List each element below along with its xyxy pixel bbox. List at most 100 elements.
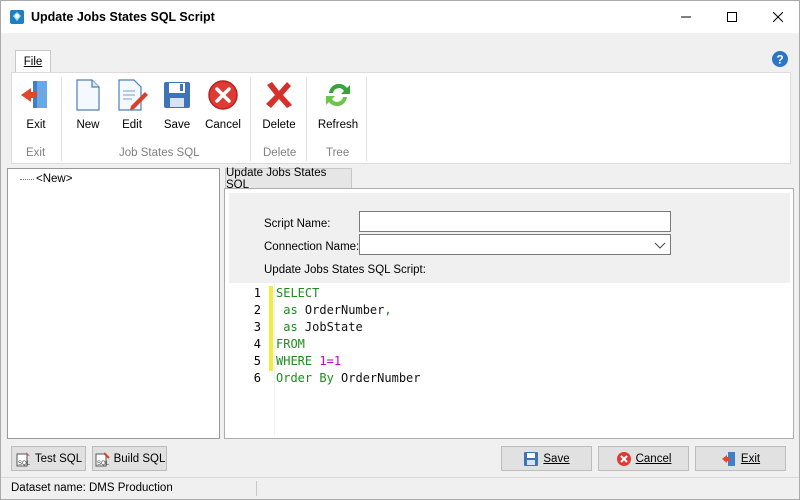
build-sql-icon: SQL	[94, 451, 110, 467]
line-number: 3	[253, 320, 261, 334]
ribbon-exit-label: Exit	[26, 119, 46, 131]
refresh-icon	[320, 77, 356, 113]
title-bar: Update Jobs States SQL Script	[1, 1, 799, 33]
exit-door-icon	[18, 77, 54, 113]
maximize-button[interactable]	[709, 1, 755, 33]
code-text: SELECT	[276, 286, 320, 300]
ribbon: Exit New Edit Save Cancel Delete Refresh…	[11, 72, 791, 164]
delete-x-icon	[261, 77, 297, 113]
new-document-icon	[70, 77, 106, 113]
connection-name-label: Connection Name:	[264, 241, 360, 253]
ribbon-refresh-label: Refresh	[317, 119, 359, 131]
tree-item-new[interactable]: <New>	[20, 173, 72, 185]
changed-line-marker	[269, 354, 273, 371]
code-line: 3 as JobState	[229, 320, 363, 337]
content-panel: Script Name: Connection Name: Update Job…	[224, 188, 794, 439]
changed-line-marker	[269, 337, 273, 354]
test-sql-button[interactable]: SQL Test SQL	[11, 446, 86, 471]
script-name-input[interactable]	[359, 211, 671, 232]
floppy-disk-icon	[523, 451, 539, 467]
ribbon-refresh-button[interactable]: Refresh	[318, 77, 358, 137]
exit-door-icon	[721, 451, 737, 467]
code-text: WHERE 1=1	[276, 354, 342, 368]
ribbon-edit-label: Edit	[122, 119, 142, 131]
window-title: Update Jobs States SQL Script	[31, 10, 215, 24]
form-area: Script Name: Connection Name: Update Job…	[229, 193, 790, 283]
dataset-status: Dataset name: DMS Production	[11, 482, 173, 494]
group-label-tree: Tree	[326, 147, 350, 159]
svg-text:SQL: SQL	[18, 461, 31, 467]
ribbon-separator	[366, 77, 367, 161]
tree-connector	[20, 178, 34, 180]
group-label-exit: Exit	[26, 147, 46, 159]
ribbon-edit-button[interactable]: Edit	[114, 77, 150, 137]
ribbon-separator	[250, 77, 251, 161]
tab-file[interactable]: File	[15, 50, 51, 72]
sql-editor[interactable]: 1 SELECT 2 as OrderNumber, 3 as JobState…	[229, 284, 790, 436]
exit-label: Exit	[740, 452, 761, 465]
cancel-label: Cancel	[635, 452, 672, 465]
ribbon-exit-button[interactable]: Exit	[18, 77, 54, 137]
test-sql-label: Test SQL	[34, 452, 83, 465]
code-line: 1 SELECT	[229, 286, 319, 303]
line-number: 5	[253, 354, 261, 368]
script-tree[interactable]: <New>	[7, 168, 220, 439]
ribbon-new-button[interactable]: New	[70, 77, 106, 137]
ribbon-separator	[306, 77, 307, 161]
gutter-divider	[274, 284, 275, 436]
code-text: as OrderNumber,	[276, 303, 392, 317]
build-sql-label: Build SQL	[113, 452, 166, 465]
ribbon-tab-strip: File	[1, 33, 799, 73]
ribbon-delete-button[interactable]: Delete	[261, 77, 297, 137]
script-editor-label: Update Jobs States SQL Script:	[264, 264, 426, 276]
code-text: FROM	[276, 337, 305, 351]
line-number: 4	[253, 337, 261, 351]
help-icon[interactable]: ?	[771, 50, 789, 68]
save-label: Save	[543, 452, 570, 465]
ribbon-separator	[61, 77, 62, 161]
code-line: 2 as OrderNumber,	[229, 303, 392, 320]
tab-file-label: File	[23, 55, 43, 68]
edit-document-icon	[114, 77, 150, 113]
cancel-button[interactable]: Cancel	[598, 446, 689, 471]
close-window-button[interactable]	[755, 1, 800, 33]
app-icon	[9, 9, 25, 25]
cancel-circle-icon	[205, 77, 241, 113]
ribbon-delete-label: Delete	[262, 119, 296, 131]
test-sql-icon: SQL	[15, 451, 31, 467]
build-sql-button[interactable]: SQL Build SQL	[92, 446, 167, 471]
chevron-down-icon	[654, 239, 666, 254]
ribbon-cancel-label: Cancel	[205, 119, 241, 131]
code-line: 4 FROM	[229, 337, 305, 354]
main-window: Update Jobs States SQL Script File ? Exi…	[0, 0, 800, 500]
exit-button[interactable]: Exit	[695, 446, 786, 471]
changed-line-marker	[269, 303, 273, 320]
line-number: 2	[253, 303, 261, 317]
code-text: as JobState	[276, 320, 363, 334]
code-line: 5 WHERE 1=1	[229, 354, 341, 371]
cancel-circle-icon	[616, 451, 632, 467]
changed-line-marker	[269, 286, 273, 303]
script-name-label: Script Name:	[264, 218, 331, 230]
ribbon-cancel-button[interactable]: Cancel	[205, 77, 241, 137]
ribbon-save-label: Save	[163, 119, 191, 131]
tab-update-jobs-states-sql[interactable]: Update Jobs States SQL	[225, 167, 352, 191]
floppy-disk-icon	[159, 77, 195, 113]
changed-line-marker	[269, 320, 273, 337]
group-label-delete: Delete	[263, 147, 297, 159]
svg-text:SQL: SQL	[97, 461, 110, 467]
tree-item-label: <New>	[36, 173, 73, 185]
minimize-button[interactable]	[663, 1, 709, 33]
status-bar: Dataset name: DMS Production	[1, 477, 799, 499]
line-number: 6	[253, 371, 261, 385]
connection-name-dropdown[interactable]	[359, 234, 671, 255]
group-label-job-states-sql: Job States SQL	[119, 147, 200, 159]
svg-text:?: ?	[776, 53, 783, 67]
ribbon-new-label: New	[76, 119, 100, 131]
ribbon-save-button[interactable]: Save	[159, 77, 195, 137]
code-text: Order By OrderNumber	[276, 371, 421, 385]
code-line: 6 Order By OrderNumber	[229, 371, 421, 388]
line-number: 1	[253, 286, 261, 300]
status-separator	[256, 481, 257, 496]
save-button[interactable]: Save	[501, 446, 592, 471]
